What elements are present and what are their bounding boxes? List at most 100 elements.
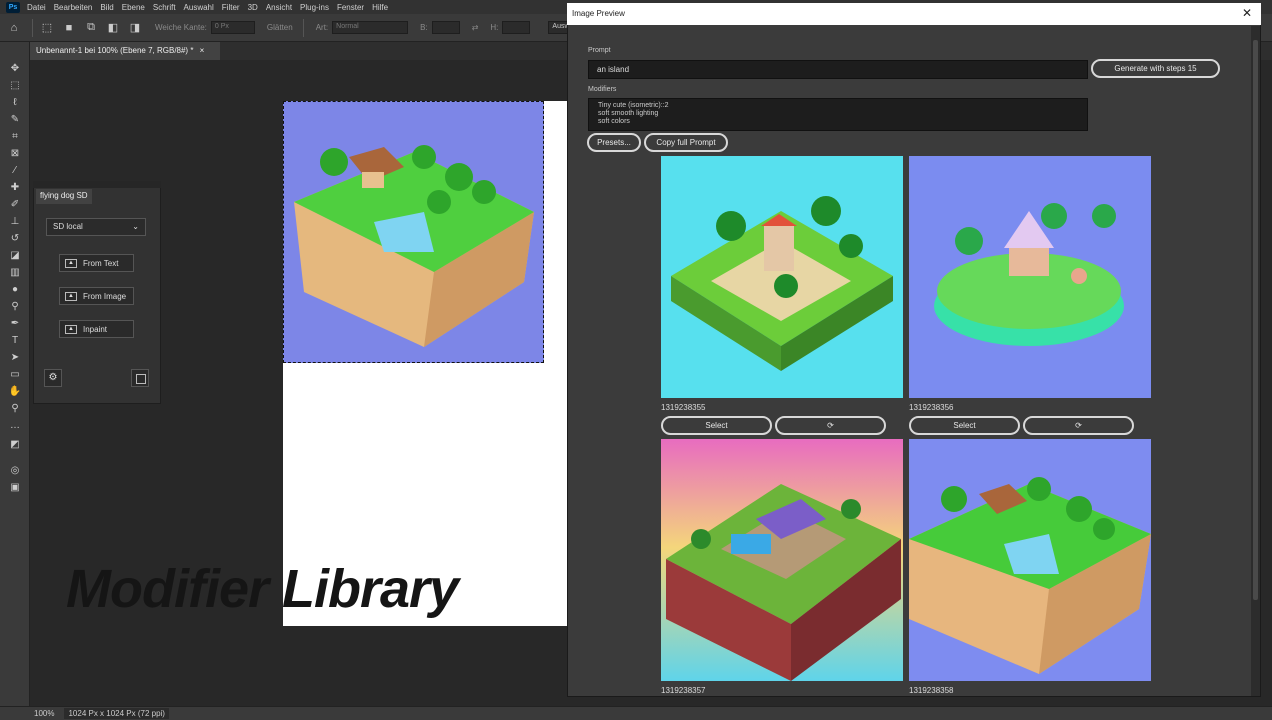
menu-auswahl[interactable]: Auswahl (184, 3, 214, 12)
refresh-icon: ⟳ (1075, 421, 1082, 430)
hand-tool-icon[interactable]: ✋ (7, 385, 23, 399)
inpaint-label: Inpaint (83, 324, 108, 334)
overlay-title: Modifier Library (66, 559, 459, 619)
brush-tool-icon[interactable]: ✐ (7, 198, 23, 212)
generated-image-1[interactable] (661, 156, 903, 398)
scrollbar-thumb[interactable] (1253, 40, 1258, 600)
height-label: H: (490, 23, 499, 32)
shape-tool-icon[interactable]: ▭ (7, 368, 23, 382)
document-tab-title: Unbenannt-1 bei 100% (Ebene 7, RGB/8#) * (36, 46, 194, 55)
menu-fenster[interactable]: Fenster (337, 3, 364, 12)
generated-image-4[interactable] (909, 439, 1151, 681)
island-illustration (294, 145, 534, 347)
generated-image-3[interactable] (661, 439, 903, 681)
image-icon: ▲ (65, 291, 77, 301)
menu-plugins[interactable]: Plug-ins (300, 3, 329, 12)
path-select-icon[interactable]: ➤ (7, 351, 23, 365)
menu-schrift[interactable]: Schrift (153, 3, 176, 12)
crop-tool-icon[interactable]: ⌗ (7, 130, 23, 144)
subtract-selection-icon[interactable]: ◧ (105, 20, 121, 36)
close-icon[interactable]: ✕ (1240, 6, 1254, 20)
pen-tool-icon[interactable]: ✒ (7, 317, 23, 331)
menu-hilfe[interactable]: Hilfe (372, 3, 388, 12)
island-thumbnail-1 (671, 196, 893, 371)
image-preview-titlebar[interactable]: Image Preview (567, 3, 1261, 25)
from-image-button[interactable]: ▲ From Image (59, 287, 134, 305)
flying-dog-tab[interactable]: flying dog SD (36, 189, 92, 204)
document-tab[interactable]: Unbenannt-1 bei 100% (Ebene 7, RGB/8#) *… (30, 42, 220, 60)
menu-ansicht[interactable]: Ansicht (266, 3, 292, 12)
settings-gear-icon[interactable]: ⚙ (44, 369, 62, 387)
select-button-1[interactable]: Select (661, 416, 772, 435)
tools-panel: ✥ ⬚ ℓ ✎ ⌗ ⊠ ⁄ ✚ ✐ ⊥ ↺ ◪ ▥ ● ⚲ ✒ T ➤ ▭ ✋ … (0, 42, 30, 706)
window-title: Image Preview (572, 9, 625, 18)
inpaint-button[interactable]: ▲ Inpaint (59, 320, 134, 338)
screen-mode-icon[interactable]: ▣ (7, 481, 23, 495)
zoom-level[interactable]: 100% (34, 709, 54, 718)
blur-tool-icon[interactable]: ● (7, 283, 23, 297)
home-icon[interactable]: ⌂ (6, 20, 22, 36)
from-image-label: From Image (83, 291, 127, 301)
smooth-checkbox[interactable]: Glätten (267, 23, 293, 32)
height-field[interactable] (502, 21, 531, 34)
color-swatches-icon[interactable]: ◩ (7, 438, 23, 452)
eraser-tool-icon[interactable]: ◪ (7, 249, 23, 263)
more-tools-icon[interactable]: … (7, 419, 23, 433)
copy-full-prompt-button[interactable]: Copy full Prompt (644, 133, 728, 152)
healing-brush-icon[interactable]: ✚ (7, 181, 23, 195)
island-thumbnail-2 (934, 203, 1124, 346)
mode-select[interactable]: SD local ⌄ (46, 218, 146, 236)
zoom-tool-icon[interactable]: ⚲ (7, 402, 23, 416)
history-brush-icon[interactable]: ↺ (7, 232, 23, 246)
image-seed-3: 1319238357 (661, 686, 706, 695)
regenerate-button-2[interactable]: ⟳ (1023, 416, 1134, 435)
quick-select-icon[interactable]: ✎ (7, 113, 23, 127)
type-tool-icon[interactable]: T (7, 334, 23, 348)
prompt-input[interactable]: an island (588, 60, 1088, 79)
stamp-tool-icon[interactable]: ⊥ (7, 215, 23, 229)
menu-bild[interactable]: Bild (100, 3, 113, 12)
image-seed-4: 1319238358 (909, 686, 954, 695)
island-layer-image[interactable] (283, 101, 544, 363)
regenerate-button-1[interactable]: ⟳ (775, 416, 886, 435)
style-select[interactable]: Normal (332, 21, 409, 34)
width-field[interactable] (431, 21, 460, 34)
eyedropper-icon[interactable]: ⁄ (7, 164, 23, 178)
menu-datei[interactable]: Datei (27, 3, 46, 12)
select-button-2[interactable]: Select (909, 416, 1020, 435)
menu-bearbeiten[interactable]: Bearbeiten (54, 3, 93, 12)
marquee-tool-icon[interactable]: ⬚ (7, 79, 23, 93)
width-label: B: (420, 23, 428, 32)
marquee-tool-icon[interactable]: ⬚ (39, 20, 55, 36)
from-text-button[interactable]: ▲ From Text (59, 254, 134, 272)
menu-filter[interactable]: Filter (222, 3, 240, 12)
photoshop-logo[interactable]: Ps (6, 1, 20, 13)
swap-icon[interactable]: ⇄ (472, 23, 479, 32)
mode-select-value: SD local (53, 222, 83, 231)
add-selection-icon[interactable]: ⧉ (83, 20, 99, 36)
move-tool-icon[interactable]: ✥ (7, 62, 23, 76)
lasso-tool-icon[interactable]: ℓ (7, 96, 23, 110)
soft-edge-field[interactable]: 0 Px (210, 21, 255, 34)
panel-header-strip (33, 181, 161, 188)
menu-ebene[interactable]: Ebene (122, 3, 145, 12)
intersect-selection-icon[interactable]: ◨ (127, 20, 143, 36)
generated-image-2[interactable] (909, 156, 1151, 398)
image-seed-1: 1319238355 (661, 403, 706, 412)
square-icon[interactable] (131, 369, 149, 387)
status-bar: 100% 1024 Px x 1024 Px (72 ppi) (0, 706, 1272, 720)
document-info[interactable]: 1024 Px x 1024 Px (72 ppi) (64, 708, 169, 719)
presets-button[interactable]: Presets... (587, 133, 641, 152)
menu-3d[interactable]: 3D (248, 3, 258, 12)
close-tab-icon[interactable]: × (200, 46, 205, 55)
island-thumbnail-4 (909, 477, 1151, 674)
new-selection-icon[interactable]: ■ (61, 20, 77, 36)
gradient-tool-icon[interactable]: ▥ (7, 266, 23, 280)
frame-tool-icon[interactable]: ⊠ (7, 147, 23, 161)
dodge-tool-icon[interactable]: ⚲ (7, 300, 23, 314)
generate-button[interactable]: Generate with steps 15 (1091, 59, 1220, 78)
quick-mask-icon[interactable]: ◎ (7, 464, 23, 478)
modifiers-textarea[interactable]: Tiny cute (isometric)::2 soft smooth lig… (588, 98, 1088, 131)
image-icon: ▲ (65, 258, 77, 268)
modifiers-label: Modifiers (588, 86, 617, 93)
